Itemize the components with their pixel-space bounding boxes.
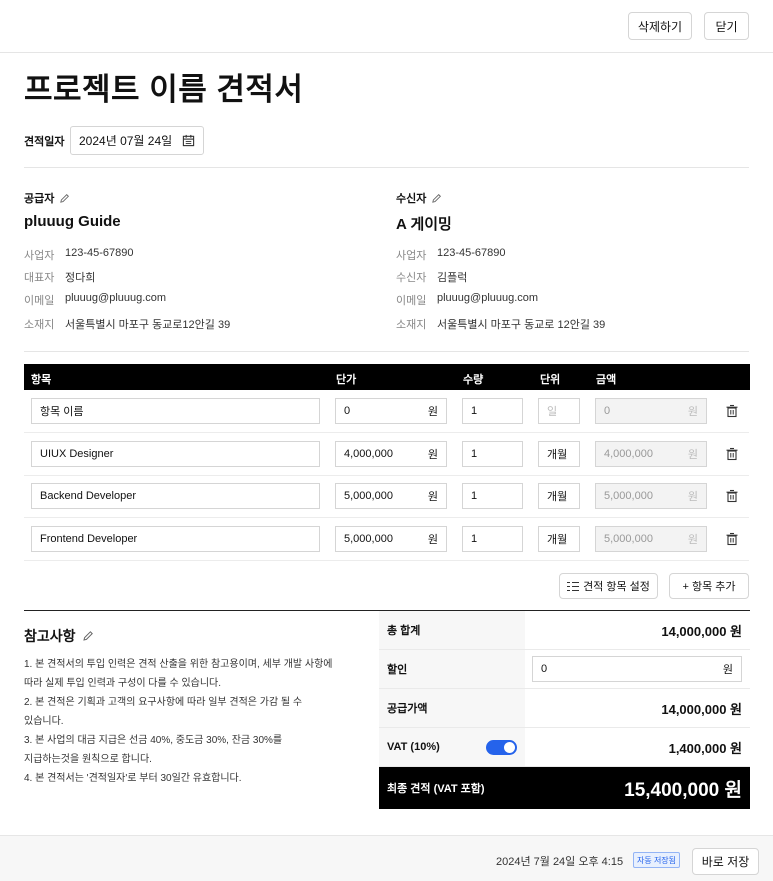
unit-input[interactable]: 일 — [538, 398, 580, 424]
item-name-input[interactable]: Frontend Developer — [31, 526, 320, 552]
price-input[interactable]: 4,000,000 원 — [335, 441, 447, 467]
supplier-label: 대표자 — [24, 272, 55, 284]
supplier-label: 이메일 — [24, 295, 55, 307]
supplier-label: 소재지 — [24, 319, 55, 331]
trash-icon[interactable] — [725, 532, 739, 546]
summary-final-row: 최종 견적 (VAT 포함) 15,400,000 원 — [379, 767, 750, 809]
item-name-input[interactable]: 항목 이름 — [31, 398, 320, 424]
price-input[interactable]: 0원 — [335, 398, 447, 424]
notes-line: 있습니다. — [24, 716, 64, 727]
notes-line: 4. 본 견적서는 '견적일자'로 부터 30일간 유효합니다. — [24, 773, 242, 784]
amount-field: 5,000,000 원 — [595, 483, 707, 509]
header-item: 항목 — [31, 374, 52, 386]
row-divider — [24, 475, 749, 476]
total-value: 14,000,000 원 — [661, 623, 742, 639]
supplier-label: 사업자 — [24, 250, 55, 262]
item-name-input[interactable]: UIUX Designer — [31, 441, 320, 467]
summary-vat-row: VAT (10%) 1,400,000 원 — [379, 728, 750, 767]
notes-heading: 참고사항 — [24, 628, 76, 644]
delete-button[interactable]: 삭제하기 — [628, 12, 692, 40]
amount-field: 5,000,000 원 — [595, 526, 707, 552]
notes-line: 지급하는것을 원칙으로 합니다. — [24, 754, 152, 765]
parties-divider — [24, 351, 749, 352]
date-value: 2024년 07월 24일 — [79, 134, 173, 148]
supply-label: 공급가액 — [379, 689, 525, 727]
notes-body: 1. 본 견적서의 투입 인력은 견적 산출을 위한 참고용이며, 세부 개발 … — [24, 655, 332, 788]
header-amount: 금액 — [596, 374, 617, 386]
row-divider — [24, 517, 749, 518]
price-input[interactable]: 5,000,000 원 — [335, 526, 447, 552]
final-label: 최종 견적 (VAT 포함) — [387, 783, 485, 795]
page-title: 프로젝트 이름 견적서 — [24, 72, 304, 107]
notes-line: 1. 본 견적서의 투입 인력은 견적 산출을 위한 참고용이며, 세부 개발 … — [24, 659, 333, 670]
recipient-label: 이메일 — [396, 295, 427, 307]
qty-input[interactable]: 1 — [462, 483, 523, 509]
trash-icon[interactable] — [725, 489, 739, 503]
trash-icon[interactable] — [725, 447, 739, 461]
supplier-heading: 공급자 — [24, 193, 55, 205]
recipient-name: A 게이밍 — [396, 216, 452, 233]
supplier-value: 123-45-67890 — [65, 247, 134, 259]
unit-input[interactable]: 개월 — [538, 441, 580, 467]
recipient-value: pluuug@pluuug.com — [437, 292, 539, 304]
qty-input[interactable]: 1 — [462, 526, 523, 552]
date-label: 견적일자 — [24, 136, 65, 148]
header-unit: 단위 — [540, 374, 561, 386]
header-qty: 수량 — [463, 374, 484, 386]
unit-input[interactable]: 개월 — [538, 483, 580, 509]
autosave-badge: 자동 저장됨 — [633, 852, 681, 868]
qty-input[interactable]: 1 — [462, 441, 523, 467]
supplier-name: pluuug Guide — [24, 213, 121, 230]
vat-toggle[interactable] — [486, 740, 517, 755]
date-divider — [24, 167, 749, 168]
notes-line: 3. 본 사업의 대금 지급은 선금 40%, 중도금 30%, 잔금 30%를 — [24, 735, 283, 746]
price-input[interactable]: 5,000,000 원 — [335, 483, 447, 509]
supplier-value: 정다희 — [65, 272, 96, 284]
summary-total-row: 총 합계 14,000,000 원 — [379, 611, 750, 650]
vat-value: 1,400,000 원 — [668, 740, 742, 756]
recipient-value: 김플럭 — [437, 272, 468, 284]
row-divider — [24, 560, 749, 561]
row-divider — [24, 432, 749, 433]
top-divider — [0, 52, 773, 53]
recipient-heading: 수신자 — [396, 193, 427, 205]
total-label: 총 합계 — [379, 611, 525, 649]
qty-input[interactable]: 1 — [462, 398, 523, 424]
trash-icon[interactable] — [725, 404, 739, 418]
unit-input[interactable]: 개월 — [538, 526, 580, 552]
summary-supply-row: 공급가액 14,000,000 원 — [379, 689, 750, 728]
recipient-label: 사업자 — [396, 250, 427, 262]
recipient-value: 서울특별시 마포구 동교로 12안길 39 — [437, 319, 606, 331]
table-header — [24, 364, 750, 390]
save-now-button[interactable]: 바로 저장 — [692, 848, 759, 875]
list-settings-icon — [567, 581, 580, 591]
item-settings-button[interactable]: 견적 항목 설정 — [559, 573, 658, 599]
supply-value: 14,000,000 원 — [661, 701, 742, 717]
pencil-icon[interactable] — [59, 193, 70, 204]
supplier-value: pluuug@pluuug.com — [65, 292, 167, 304]
summary-discount-row: 할인 0 원 — [379, 650, 750, 689]
recipient-value: 123-45-67890 — [437, 247, 506, 259]
notes-line: 2. 본 견적은 기획과 고객의 요구사항에 따라 일부 견적은 가감 될 수 — [24, 697, 303, 708]
vat-toggle-knob — [504, 742, 515, 753]
date-picker[interactable]: 2024년 07월 24일 — [70, 126, 204, 155]
amount-field: 0원 — [595, 398, 707, 424]
recipient-label: 소재지 — [396, 319, 427, 331]
discount-input[interactable]: 0 원 — [532, 656, 742, 682]
close-button[interactable]: 닫기 — [704, 12, 749, 40]
discount-label: 할인 — [379, 650, 525, 688]
amount-field: 4,000,000 원 — [595, 441, 707, 467]
pencil-icon[interactable] — [431, 193, 442, 204]
notes-line: 따라 실제 투입 인력과 구성이 다를 수 있습니다. — [24, 678, 222, 689]
item-name-input[interactable]: Backend Developer — [31, 483, 320, 509]
add-item-button[interactable]: + 항목 추가 — [669, 573, 749, 599]
pencil-icon[interactable] — [82, 630, 94, 642]
save-timestamp: 2024년 7월 24일 오후 4:15 — [496, 856, 624, 868]
final-value: 15,400,000 원 — [624, 779, 742, 801]
supplier-value: 서울특별시 마포구 동교로12안길 39 — [65, 319, 231, 331]
header-price: 단가 — [336, 374, 357, 386]
recipient-label: 수신자 — [396, 272, 427, 284]
calendar-icon — [182, 134, 195, 147]
